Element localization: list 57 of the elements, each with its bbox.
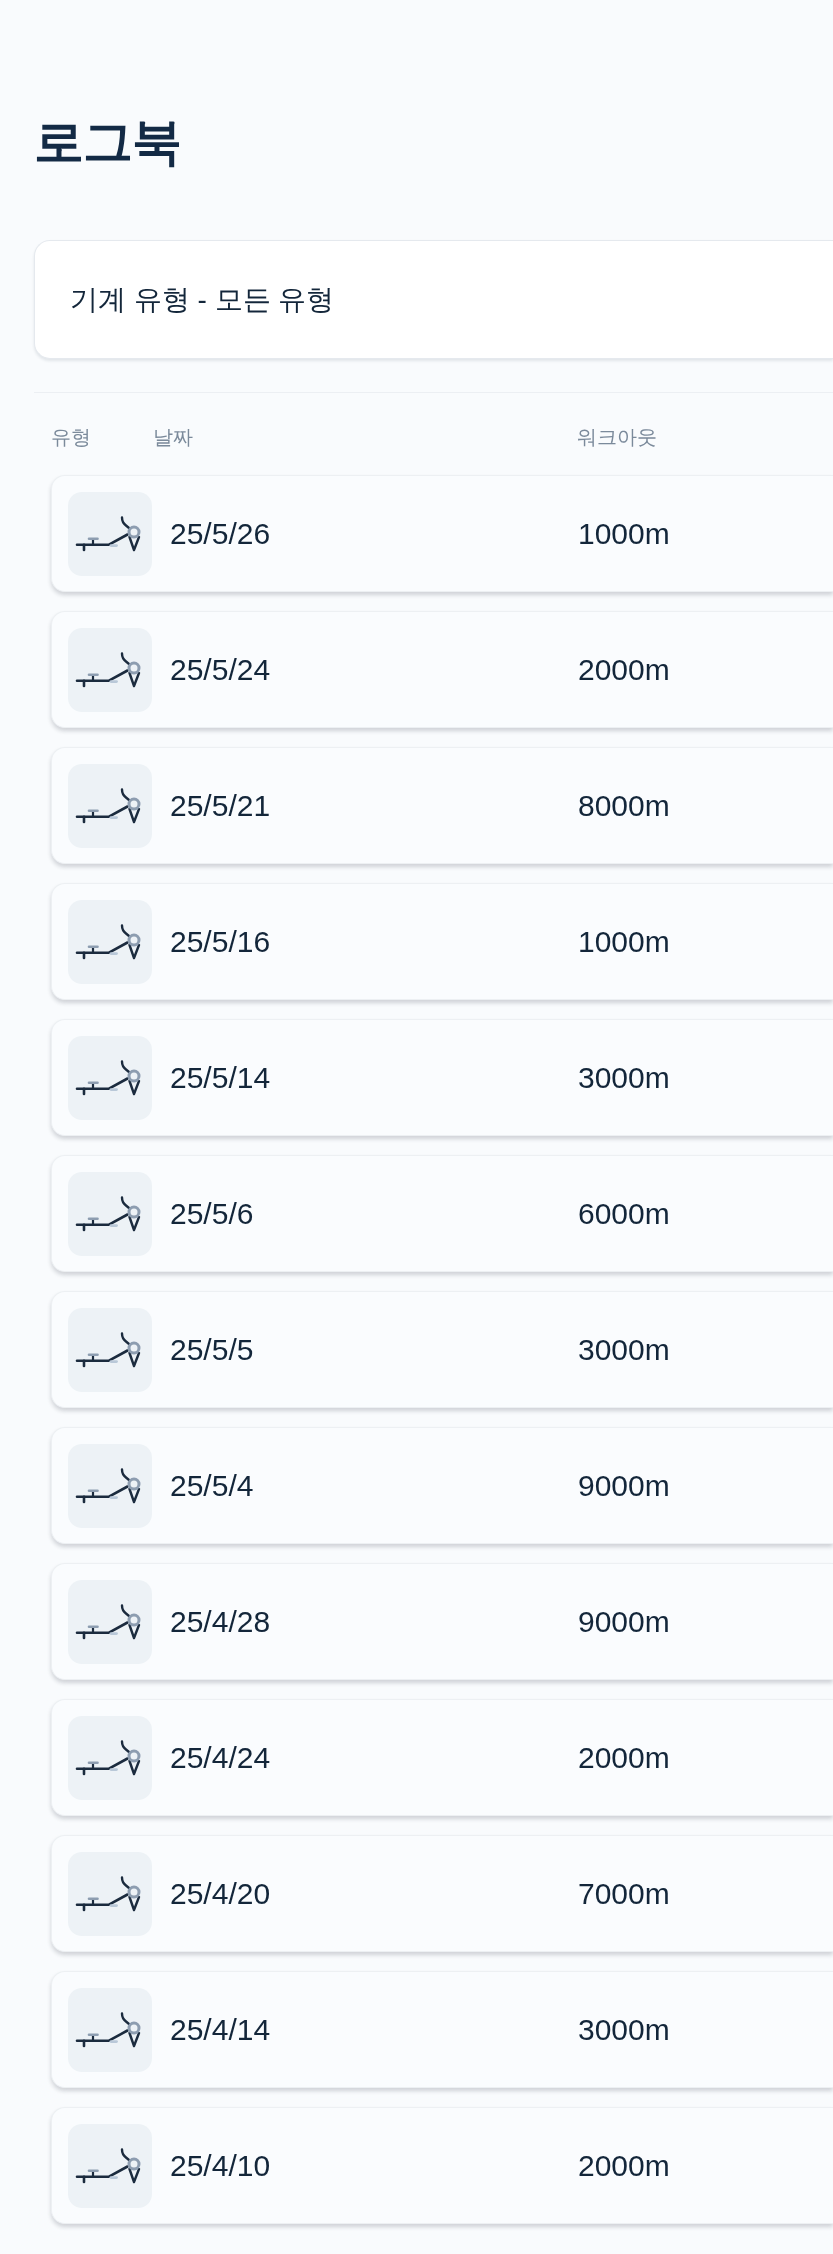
workout-date: 25/4/24 [170,1739,272,1776]
workout-distance: 3000m [578,1059,670,1096]
workout-row[interactable]: 25/5/21 8000m [51,747,833,864]
workout-date: 25/5/14 [170,1059,272,1096]
workout-date: 25/4/28 [170,1603,272,1640]
column-header: 날짜 [153,425,194,449]
rowing-machine-icon [68,1987,152,2072]
rowing-machine-icon [68,1443,152,1528]
workout-distance: 6000m [578,1195,670,1232]
workout-date: 25/5/4 [170,1467,255,1504]
workout-distance: 3000m [578,2011,670,2048]
rowing-machine-icon [68,1851,152,1936]
rowing-machine-icon [68,1715,152,1800]
workout-date: 25/5/21 [170,787,272,824]
workout-date: 25/5/24 [170,651,272,688]
workout-date: 25/4/20 [170,1875,272,1912]
workout-date: 25/5/5 [170,1331,255,1368]
workout-row[interactable]: 25/5/14 3000m [51,1019,833,1136]
workout-row[interactable]: 25/5/26 1000m [51,475,833,592]
rowing-machine-icon [68,1579,152,1664]
rowing-machine-icon [68,899,152,984]
rowing-machine-icon [68,1035,152,1120]
workout-date: 25/4/14 [170,2011,272,2048]
rowing-machine-icon [68,1307,152,1392]
page-title: 로그북 [34,113,181,172]
workout-distance: 9000m [578,1603,670,1640]
workout-date: 25/5/16 [170,923,272,960]
workout-row[interactable]: 25/4/10 2000m [51,2107,833,2224]
workout-distance: 2000m [578,1739,670,1776]
workout-distance: 1000m [578,923,670,960]
rowing-machine-icon [68,2123,152,2208]
machine-type-filter[interactable]: 기계 유형 - 모든 유형 [34,240,833,359]
rowing-machine-icon [68,763,152,848]
rowing-machine-icon [68,491,152,576]
workout-distance: 2000m [578,651,670,688]
rowing-machine-icon [68,1171,152,1256]
workout-distance: 9000m [578,1467,670,1504]
column-header: 유형 [51,425,92,449]
workout-distance: 1000m [578,515,670,552]
workout-distance: 2000m [578,2147,670,2184]
workout-row[interactable]: 25/5/24 2000m [51,611,833,728]
workout-date: 25/5/26 [170,515,272,552]
workout-row[interactable]: 25/5/16 1000m [51,883,833,1000]
workout-row[interactable]: 25/5/6 6000m [51,1155,833,1272]
workout-date: 25/4/10 [170,2147,272,2184]
rowing-machine-icon [68,627,152,712]
workout-distance: 8000m [578,787,670,824]
workout-distance: 3000m [578,1331,670,1368]
column-header: 워크아웃 [577,425,657,449]
workout-row[interactable]: 25/4/24 2000m [51,1699,833,1816]
workout-distance: 7000m [578,1875,670,1912]
workout-date: 25/5/6 [170,1195,255,1232]
workout-row[interactable]: 25/4/20 7000m [51,1835,833,1952]
workout-row[interactable]: 25/5/5 3000m [51,1291,833,1408]
workout-row[interactable]: 25/4/14 3000m [51,1971,833,2088]
workout-row[interactable]: 25/4/28 9000m [51,1563,833,1680]
workout-row[interactable]: 25/5/4 9000m [51,1427,833,1544]
